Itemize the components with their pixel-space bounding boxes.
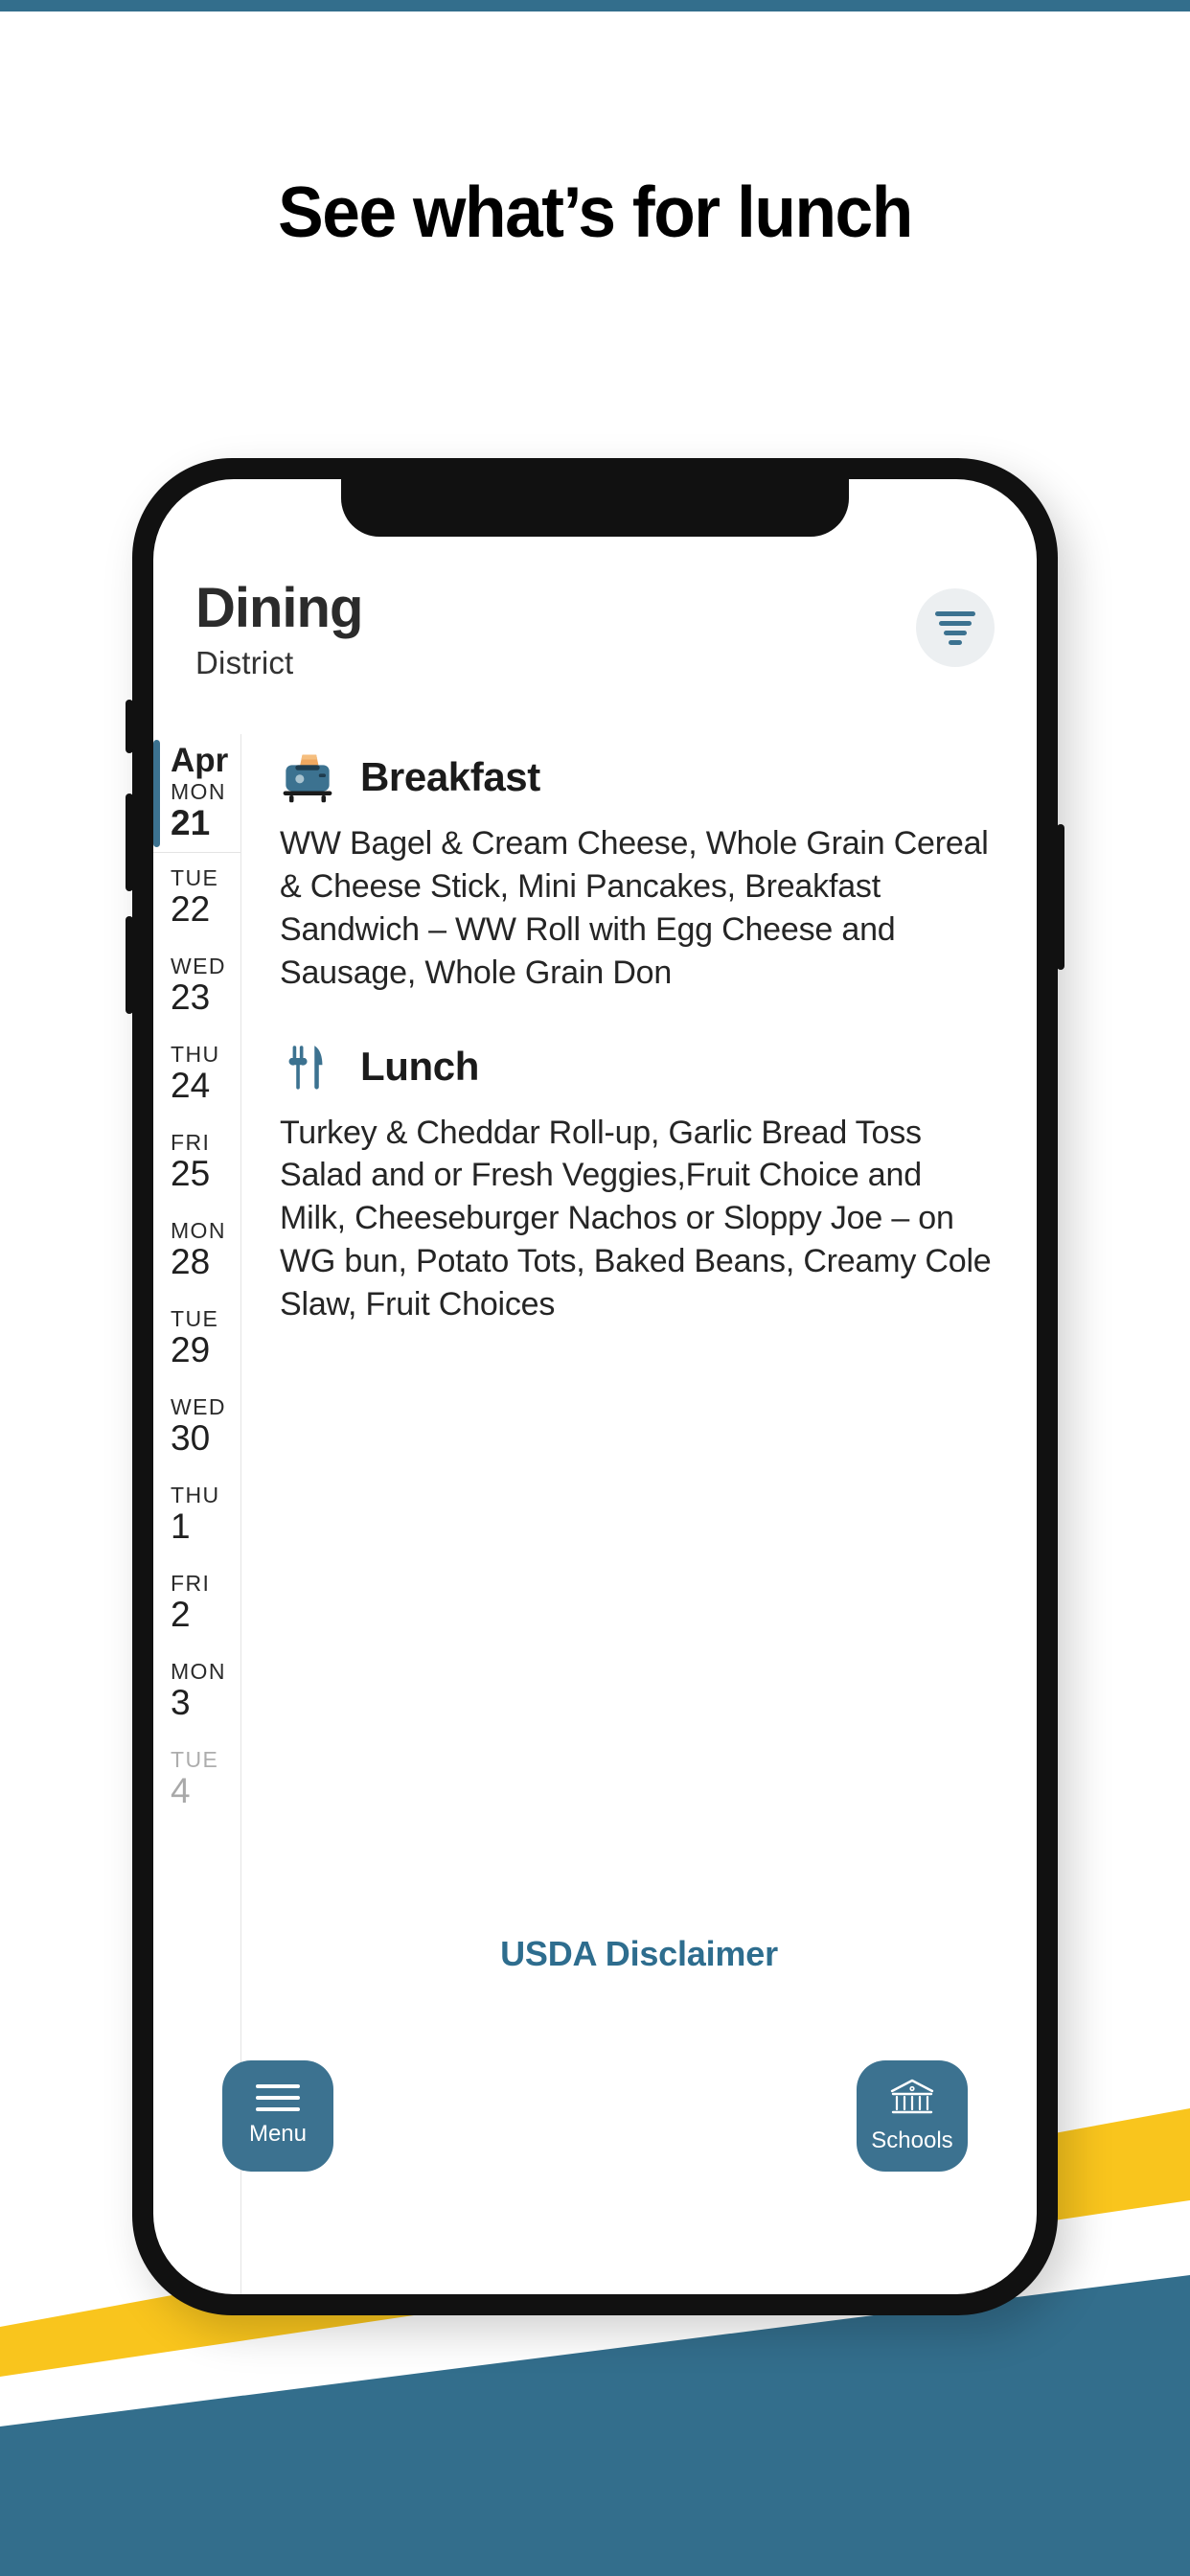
- app-header: Dining District: [153, 577, 1037, 681]
- date-day-number: 30: [171, 1417, 211, 1458]
- meal-description: Turkey & Cheddar Roll-up, Garlic Bread T…: [280, 1114, 992, 1323]
- date-item[interactable]: THU 1: [153, 1470, 240, 1558]
- date-dayofweek-label: WED: [171, 954, 226, 979]
- meal-block-breakfast: Breakfast WW Bagel & Cream Cheese, Whole…: [280, 749, 996, 995]
- phone-silent-switch: [126, 700, 133, 753]
- phone-notch: [341, 479, 849, 537]
- date-dayofweek-label: THU: [171, 1042, 220, 1068]
- date-day-number: 22: [171, 888, 211, 929]
- date-item[interactable]: FRI 2: [153, 1558, 240, 1646]
- menu-button[interactable]: Menu: [222, 2060, 333, 2172]
- meal-header-lunch: Lunch: [280, 1039, 996, 1094]
- date-dayofweek-label: FRI: [171, 1130, 211, 1156]
- date-dayofweek-label: TUE: [171, 865, 219, 891]
- meal-description: WW Bagel & Cream Cheese, Whole Grain Cer…: [280, 825, 989, 991]
- meal-title: Lunch: [360, 1043, 479, 1089]
- meal-block-lunch: Lunch Turkey & Cheddar Roll-up, Garlic B…: [280, 1039, 996, 1326]
- date-dayofweek-label: TUE: [171, 1747, 219, 1773]
- meal-title: Breakfast: [360, 754, 540, 799]
- phone-volume-down-button: [126, 916, 133, 1014]
- filter-icon-line-3: [944, 630, 967, 635]
- date-dayofweek-label: MON: [171, 1218, 226, 1244]
- date-day-number: 29: [171, 1329, 211, 1369]
- filter-button[interactable]: [916, 588, 995, 667]
- date-item[interactable]: TUE 22: [153, 853, 240, 941]
- date-dayofweek-label: MON: [171, 1659, 226, 1685]
- school-building-icon: [888, 2078, 936, 2118]
- menu-button-label: Menu: [248, 2121, 308, 2147]
- phone-screen: Dining District Apr MON 21 TUE 22 WED 23 THU 24 F…: [153, 479, 1037, 2294]
- app-subtitle: District: [195, 644, 294, 680]
- schools-button[interactable]: Schools: [857, 2060, 968, 2172]
- page-title: See what’s for lunch: [278, 172, 913, 252]
- date-item[interactable]: TUE 4: [153, 1735, 240, 1823]
- date-item[interactable]: FRI 25: [153, 1117, 240, 1206]
- date-item[interactable]: WED 30: [153, 1382, 240, 1470]
- date-day-number: 21: [171, 802, 211, 842]
- top-accent-bar: [0, 0, 1190, 12]
- filter-icon: [935, 610, 975, 616]
- date-day-number: 1: [171, 1506, 191, 1546]
- date-rail[interactable]: Apr MON 21 TUE 22 WED 23 THU 24 FRI 25 MON 28 TUE 29 WE…: [153, 734, 241, 2294]
- filter-icon-line-2: [939, 620, 972, 626]
- date-month-label: Apr: [171, 742, 229, 780]
- date-dayofweek-label: TUE: [171, 1306, 219, 1332]
- fork-knife-icon: [280, 1039, 335, 1094]
- app-title: Dining: [195, 577, 363, 639]
- date-day-number: 2: [171, 1594, 191, 1634]
- date-item[interactable]: THU 24: [153, 1029, 240, 1117]
- meal-header-breakfast: Breakfast: [280, 749, 996, 805]
- date-item[interactable]: WED 23: [153, 941, 240, 1029]
- app-store-screenshot: See what’s for lunch Dining District Apr…: [0, 0, 1190, 2576]
- date-item[interactable]: TUE 29: [153, 1294, 240, 1382]
- toaster-icon: [280, 749, 335, 805]
- app-header-titles: Dining District: [195, 577, 363, 681]
- date-day-number: 24: [171, 1065, 211, 1105]
- date-dayofweek-label: WED: [171, 1394, 226, 1420]
- schools-button-label: Schools: [871, 2128, 953, 2153]
- date-day-number: 3: [171, 1682, 191, 1722]
- phone-power-button: [1057, 824, 1064, 970]
- date-dayofweek-label: FRI: [171, 1571, 211, 1597]
- date-day-number: 4: [171, 1770, 191, 1810]
- date-dayofweek-label: THU: [171, 1483, 220, 1508]
- date-day-number: 23: [171, 977, 211, 1017]
- date-day-number: 25: [171, 1153, 211, 1193]
- filter-icon-line-4: [949, 639, 962, 645]
- hamburger-menu-icon: [256, 2084, 300, 2111]
- date-item[interactable]: MON 28: [153, 1206, 240, 1294]
- date-item[interactable]: Apr MON 21: [153, 734, 240, 853]
- phone-volume-up-button: [126, 794, 133, 891]
- phone-mockup: Dining District Apr MON 21 TUE 22 WED 23 THU 24 F…: [126, 458, 1064, 2315]
- usda-disclaimer-link[interactable]: USDA Disclaimer: [241, 1934, 1037, 1974]
- date-dayofweek-label: MON: [171, 779, 226, 805]
- date-item[interactable]: MON 3: [153, 1646, 240, 1735]
- date-day-number: 28: [171, 1241, 211, 1281]
